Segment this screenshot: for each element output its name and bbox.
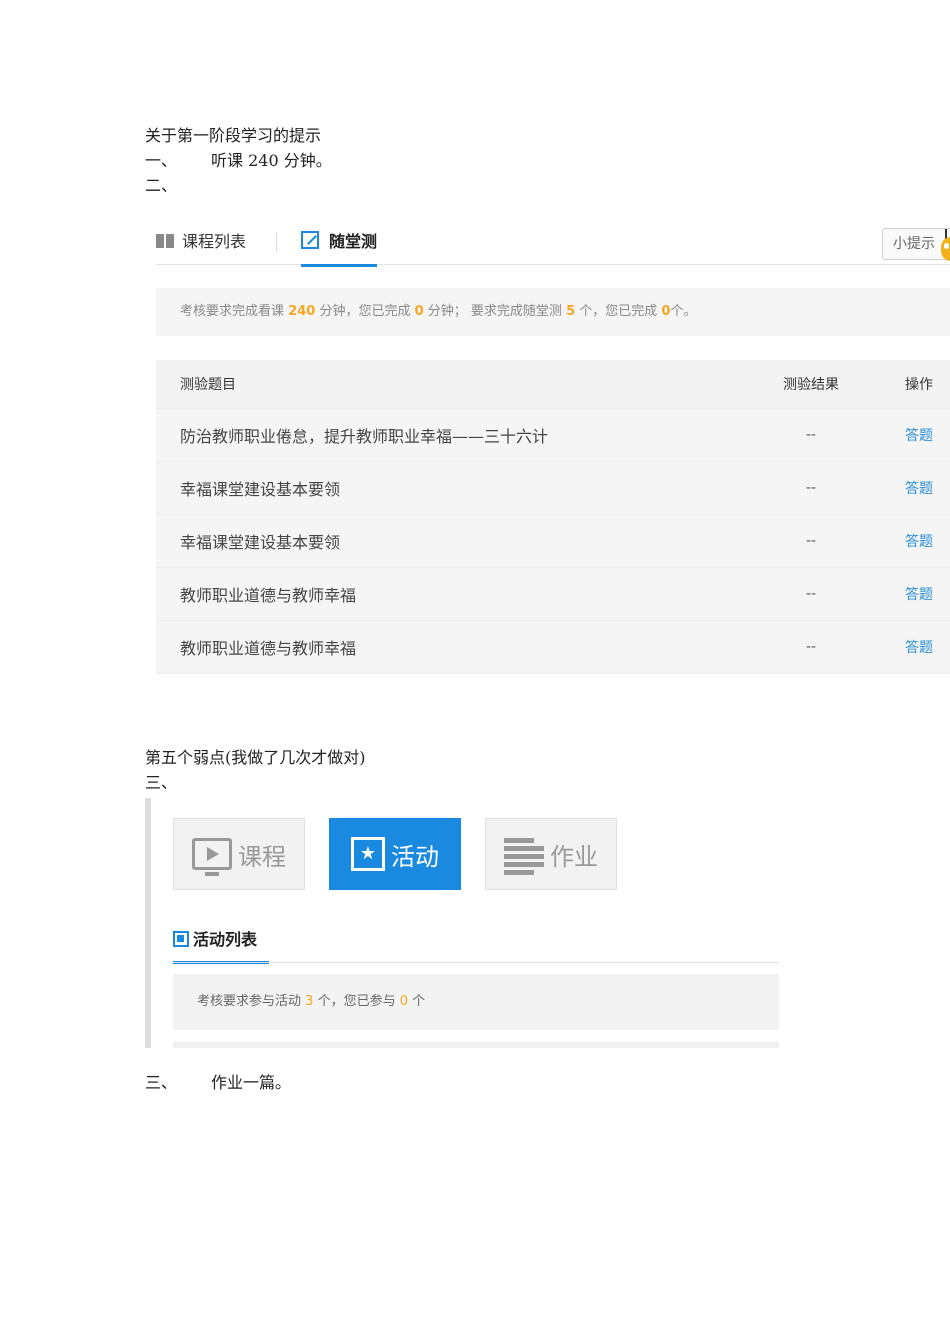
notice-text: 个。 xyxy=(670,304,697,319)
answer-link[interactable]: 答题 xyxy=(892,515,946,567)
quiz-title: 幸福课堂建设基本要领 xyxy=(180,480,341,499)
doc-item-3a: 三、 xyxy=(145,773,178,792)
notice-text: 个，您已参与 xyxy=(317,994,396,1009)
watch-required-value: 240 xyxy=(288,304,316,319)
card-homework[interactable]: 作业 xyxy=(485,818,617,890)
document-list-icon xyxy=(504,834,544,875)
activity-icon xyxy=(173,931,189,947)
divider xyxy=(173,962,779,963)
star-activity-icon: ★ xyxy=(351,837,385,871)
answer-link[interactable]: 答题 xyxy=(892,568,946,620)
tab-label: 随堂测 xyxy=(329,232,378,251)
tip-button[interactable]: 小提示 xyxy=(882,228,950,261)
answer-link[interactable]: 答题 xyxy=(892,462,946,514)
card-label: 作业 xyxy=(550,842,598,871)
doc-item-2: 二、 xyxy=(145,176,178,195)
tip-label: 小提示 xyxy=(893,236,935,252)
header-title: 测验题目 xyxy=(180,377,236,393)
sub-tab-label: 活动列表 xyxy=(193,930,258,949)
tab-activity-list[interactable]: 活动列表 xyxy=(173,926,269,964)
notice-text: 个，您已完成 xyxy=(579,304,658,319)
watch-done-value: 0 xyxy=(414,304,424,319)
activity-panel-screenshot: 课程 ★ 活动 作业 活动列表 考核要求参与活动 3 个，您已参与 0 个 xyxy=(145,798,785,1048)
tab-bar: 课程列表 随堂测 小提示 xyxy=(156,212,950,267)
item-text: 作业一篇。 xyxy=(211,1073,292,1092)
quiz-title: 教师职业道德与教师幸福 xyxy=(180,639,357,658)
table-row: 幸福课堂建设基本要领 -- 答题 xyxy=(156,515,950,568)
doc-item-1: 一、 听课 240 分钟。 xyxy=(145,151,332,171)
tab-divider xyxy=(276,232,277,252)
book-icon xyxy=(156,234,174,248)
activity-done-value: 0 xyxy=(399,994,409,1009)
quiz-result: -- xyxy=(805,639,817,655)
answer-link[interactable]: 答题 xyxy=(892,409,946,461)
table-row: 幸福课堂建设基本要领 -- 答题 xyxy=(156,462,950,515)
quiz-required-value: 5 xyxy=(566,304,576,319)
notice-text: 个 xyxy=(412,994,426,1009)
doc-item-3b: 三、 作业一篇。 xyxy=(145,1073,291,1093)
activity-required-value: 3 xyxy=(305,994,314,1009)
activity-requirement-notice: 考核要求参与活动 3 个，您已参与 0 个 xyxy=(173,974,779,1030)
requirement-notice: 考核要求完成看课 240 分钟，您已完成 0 分钟； 要求完成随堂测 5 个，您… xyxy=(156,288,950,336)
quiz-result: -- xyxy=(805,427,817,443)
quiz-result: -- xyxy=(805,586,817,602)
tab-course-list[interactable]: 课程列表 xyxy=(156,228,246,264)
table-header: 测验题目 测验结果 操作 xyxy=(156,360,950,409)
header-result: 测验结果 xyxy=(783,377,839,393)
edit-icon xyxy=(301,231,319,249)
notice-text: 分钟，您已完成 xyxy=(319,304,411,319)
notice-text: 分钟； 要求完成随堂测 xyxy=(427,304,562,319)
answer-link[interactable]: 答题 xyxy=(892,621,946,673)
notice-text: 考核要求参与活动 xyxy=(197,994,302,1009)
bee-mascot-icon xyxy=(941,229,950,265)
doc-title: 关于第一阶段学习的提示 xyxy=(145,126,322,145)
quiz-title: 幸福课堂建设基本要领 xyxy=(180,533,341,552)
table-row: 教师职业道德与教师幸福 -- 答题 xyxy=(156,621,950,674)
tab-label: 课程列表 xyxy=(182,232,247,251)
quiz-result: -- xyxy=(805,480,817,496)
item-number: 三、 xyxy=(145,1073,178,1092)
notice-text: 考核要求完成看课 xyxy=(180,304,285,319)
quiz-title: 教师职业道德与教师幸福 xyxy=(180,586,357,605)
left-border xyxy=(145,798,151,1048)
card-course[interactable]: 课程 xyxy=(173,818,305,890)
header-action: 操作 xyxy=(905,377,933,393)
play-monitor-icon xyxy=(192,838,232,876)
list-placeholder xyxy=(173,1042,779,1048)
card-label: 课程 xyxy=(238,842,286,871)
quiz-result: -- xyxy=(805,533,817,549)
card-activity[interactable]: ★ 活动 xyxy=(329,818,461,890)
table-row: 防治教师职业倦怠，提升教师职业幸福——三十六计 -- 答题 xyxy=(156,409,950,462)
tab-quiz[interactable]: 随堂测 xyxy=(301,228,378,267)
quiz-table: 测验题目 测验结果 操作 防治教师职业倦怠，提升教师职业幸福——三十六计 -- … xyxy=(156,360,950,674)
item-number: 一、 xyxy=(145,151,178,170)
card-label: 活动 xyxy=(391,842,439,871)
quiz-title: 防治教师职业倦怠，提升教师职业幸福——三十六计 xyxy=(180,427,549,446)
quiz-panel-screenshot: 课程列表 随堂测 小提示 考核要求完成看课 240 分钟，您已完成 0 分钟； … xyxy=(156,212,950,678)
item-text: 听课 240 分钟。 xyxy=(211,151,332,170)
weak-point-note: 第五个弱点(我做了几次才做对) xyxy=(145,748,366,767)
table-row: 教师职业道德与教师幸福 -- 答题 xyxy=(156,568,950,621)
